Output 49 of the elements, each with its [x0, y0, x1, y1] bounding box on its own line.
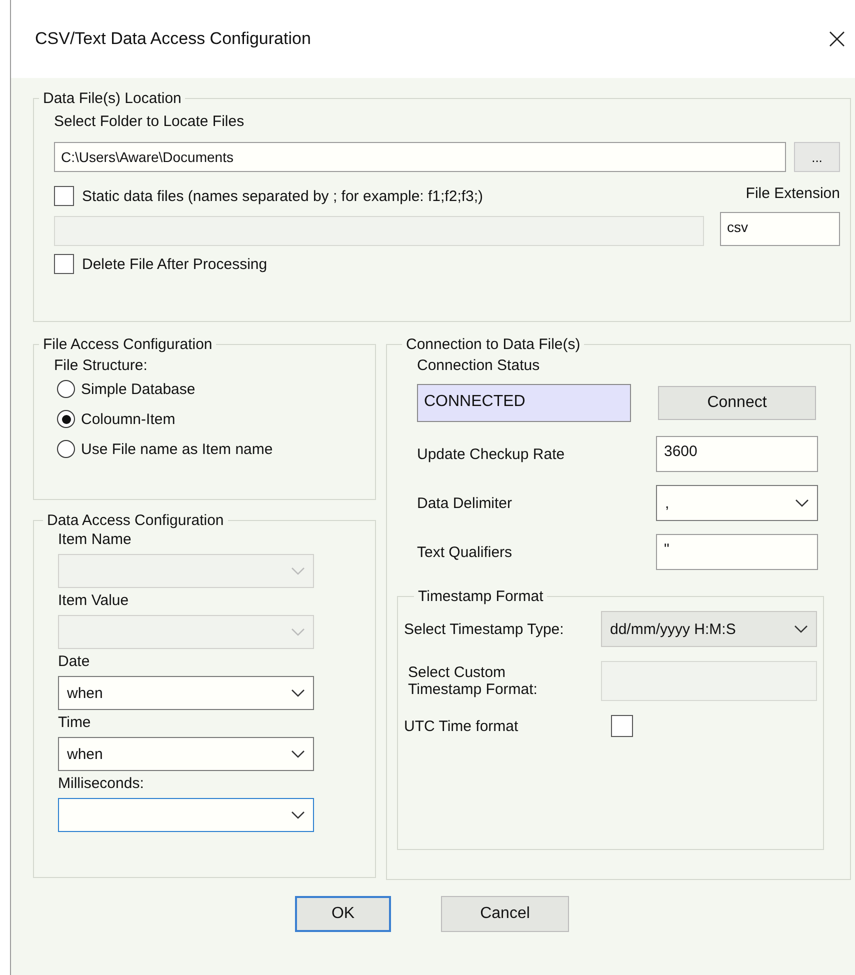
file-extension-field[interactable]: csv [720, 212, 840, 246]
browse-button[interactable]: ... [794, 142, 840, 172]
input-field[interactable]: 3600 [656, 436, 818, 472]
field-label: Date [58, 653, 91, 670]
field-label: File Structure: [54, 357, 148, 374]
dropdown[interactable] [58, 798, 314, 832]
chevron-icon [291, 567, 305, 575]
radio-option[interactable]: Coloumn-Item [57, 410, 365, 428]
field-label: File Extension [746, 185, 840, 202]
dropdown[interactable]: when [58, 676, 314, 710]
delete-file-checkbox[interactable]: Delete File After Processing [54, 254, 840, 274]
dropdown[interactable]: when [58, 737, 314, 771]
field-label: Time [58, 714, 92, 731]
field-label: Text Qualifiers [417, 544, 512, 560]
chevron-icon [291, 689, 305, 697]
field-label: Milliseconds: [58, 775, 145, 792]
group-title: Timestamp Format [417, 588, 544, 605]
checkbox[interactable] [611, 715, 633, 737]
group-title: File Access Configuration [42, 336, 214, 353]
folder-path-field[interactable]: C:\Users\Aware\Documents [54, 142, 786, 172]
field-label: UTC Time format [404, 718, 520, 734]
chevron-icon [291, 811, 305, 819]
chevron-icon [291, 750, 305, 758]
group-title: Data Access Configuration [46, 512, 225, 529]
group-title: Connection to Data File(s) [405, 336, 582, 353]
connect-button[interactable]: Connect [658, 386, 816, 420]
radio-option[interactable]: Use File name as Item name [57, 440, 365, 458]
field-label: Select Folder to Locate Files [54, 113, 246, 130]
chevron-icon [795, 499, 809, 507]
dropdown[interactable]: dd/mm/yyyy H:M:S [601, 611, 817, 647]
connection-status-field: CONNECTED [417, 384, 631, 422]
close-icon[interactable] [829, 31, 845, 47]
dialog-button[interactable]: OK [295, 896, 391, 932]
input-field[interactable]: " [656, 534, 818, 570]
dialog-button[interactable]: Cancel [441, 896, 569, 932]
field-label: Item Value [58, 592, 130, 609]
field-label: Connection Status [417, 357, 541, 374]
chevron-icon [291, 628, 305, 636]
field-label: Select Custom Timestamp Format: [407, 664, 538, 698]
field-label: Update Checkup Rate [417, 446, 565, 462]
static-files-checkbox[interactable]: Static data files (names separated by ; for example: f1;f2;f3;) [54, 186, 704, 206]
chevron-icon [794, 625, 808, 633]
dropdown[interactable]: , [656, 485, 818, 521]
field-label: Data Delimiter [417, 494, 512, 512]
field-label: Select Timestamp Type: [404, 620, 564, 638]
window-title: CSV/Text Data Access Configuration [35, 29, 311, 49]
radio-option[interactable]: Simple Database [57, 380, 365, 398]
field-label: Item Name [58, 531, 132, 548]
group-title: Data File(s) Location [42, 90, 182, 107]
